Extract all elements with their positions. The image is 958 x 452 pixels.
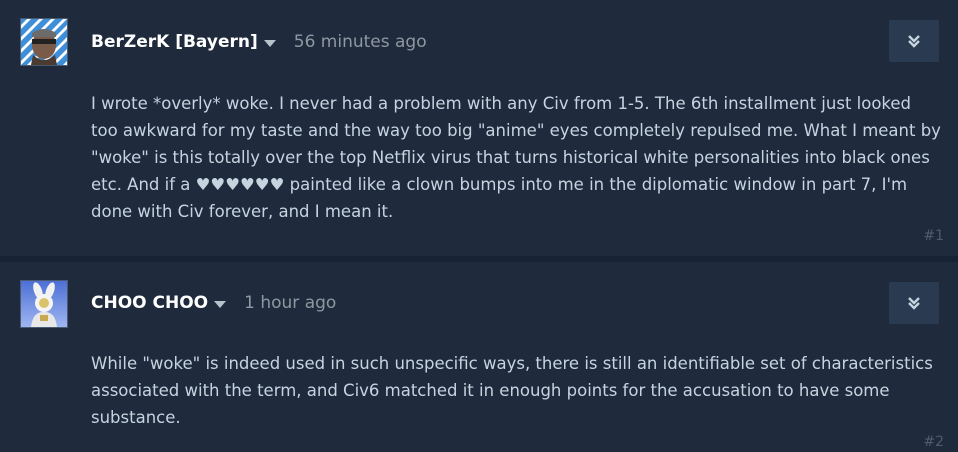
post-body: While "woke" is indeed used in such unsp… — [91, 350, 941, 431]
author-line: CHOO CHOO 1 hour ago — [91, 291, 336, 315]
author-line: BerZerK [Bayern] 56 minutes ago — [91, 30, 427, 54]
comment-thread: BerZerK [Bayern] 56 minutes ago I wrote … — [0, 0, 958, 452]
post-text: While "woke" is indeed used in such unsp… — [91, 354, 933, 427]
comment-post: BerZerK [Bayern] 56 minutes ago I wrote … — [0, 0, 958, 256]
user-avatar[interactable] — [20, 18, 68, 66]
author-name[interactable]: CHOO CHOO — [91, 293, 208, 313]
post-menu-button[interactable] — [889, 20, 939, 62]
caret-down-icon[interactable] — [214, 300, 227, 308]
post-text: I wrote *overly* woke. I never had a pro… — [91, 94, 941, 221]
comment-post: CHOO CHOO 1 hour ago While "woke" is ind… — [0, 262, 958, 452]
avatar-image — [21, 281, 67, 327]
post-number[interactable]: #1 — [923, 228, 944, 244]
caret-down-icon[interactable] — [263, 39, 276, 47]
post-menu-button[interactable] — [889, 282, 939, 324]
avatar-image — [21, 19, 67, 65]
user-avatar[interactable] — [20, 280, 68, 328]
post-timestamp: 1 hour ago — [244, 293, 337, 313]
double-chevron-down-icon — [908, 297, 920, 310]
post-body: I wrote *overly* woke. I never had a pro… — [91, 90, 941, 225]
author-name[interactable]: BerZerK [Bayern] — [91, 32, 258, 52]
post-number[interactable]: #2 — [923, 434, 944, 450]
post-timestamp: 56 minutes ago — [293, 32, 427, 52]
double-chevron-down-icon — [908, 35, 920, 48]
